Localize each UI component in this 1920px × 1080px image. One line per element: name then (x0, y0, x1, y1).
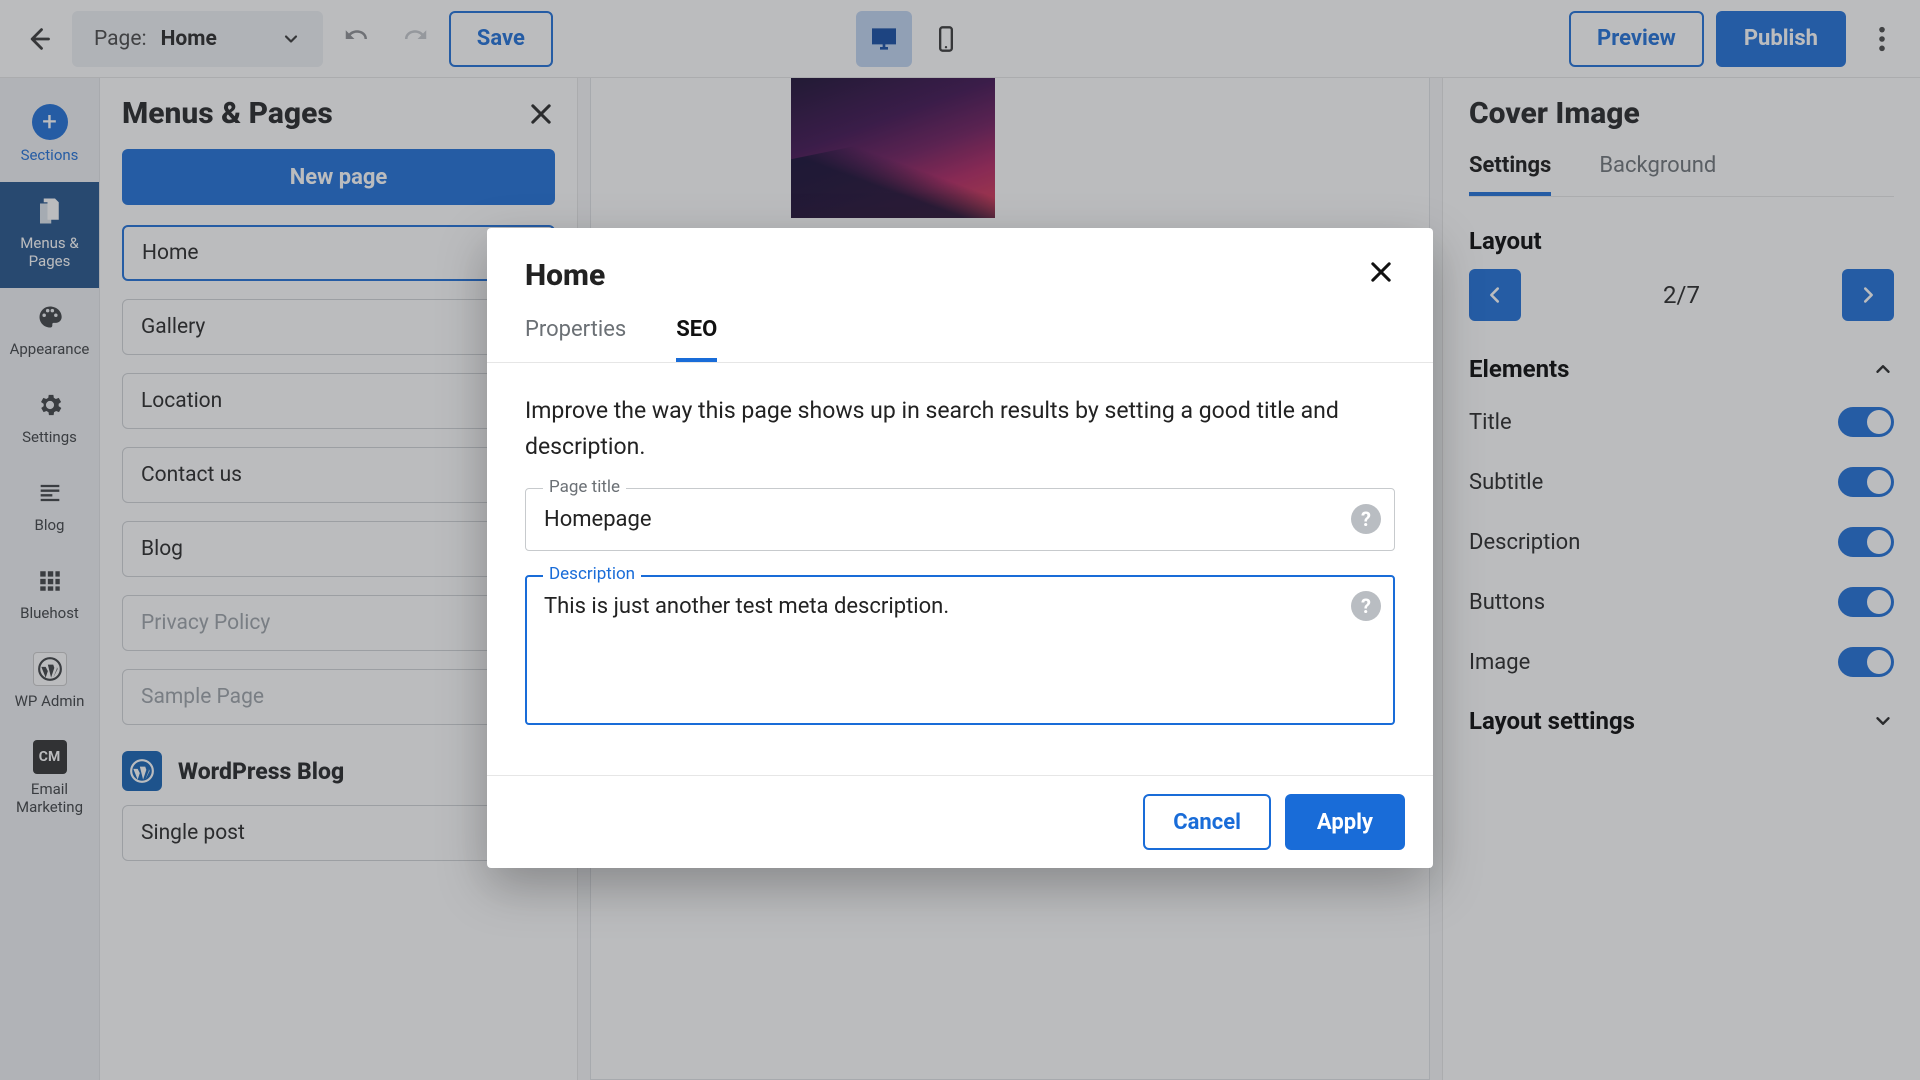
page-title-input[interactable] (525, 488, 1395, 551)
modal-close-button[interactable] (1367, 258, 1395, 286)
tab-label: Properties (525, 317, 626, 342)
modal-scrim[interactable]: Home Properties SEO Improve the way this… (0, 0, 1920, 1080)
cancel-button[interactable]: Cancel (1143, 794, 1271, 850)
page-title-field: Page title ? (525, 488, 1395, 551)
modal-title: Home (525, 258, 605, 293)
seo-intro-text: Improve the way this page shows up in se… (525, 393, 1395, 464)
page-settings-modal: Home Properties SEO Improve the way this… (487, 228, 1433, 868)
description-input[interactable] (525, 575, 1395, 725)
page-title-label: Page title (543, 477, 626, 497)
tab-label: SEO (676, 317, 717, 342)
modal-tab-seo[interactable]: SEO (676, 317, 717, 362)
modal-tab-properties[interactable]: Properties (525, 317, 626, 362)
apply-button-label: Apply (1317, 810, 1373, 835)
cancel-button-label: Cancel (1173, 810, 1241, 835)
apply-button[interactable]: Apply (1285, 794, 1405, 850)
close-icon (1367, 258, 1395, 286)
modal-tabs: Properties SEO (487, 293, 1433, 363)
description-label: Description (543, 564, 641, 584)
description-field: Description ? (525, 575, 1395, 729)
